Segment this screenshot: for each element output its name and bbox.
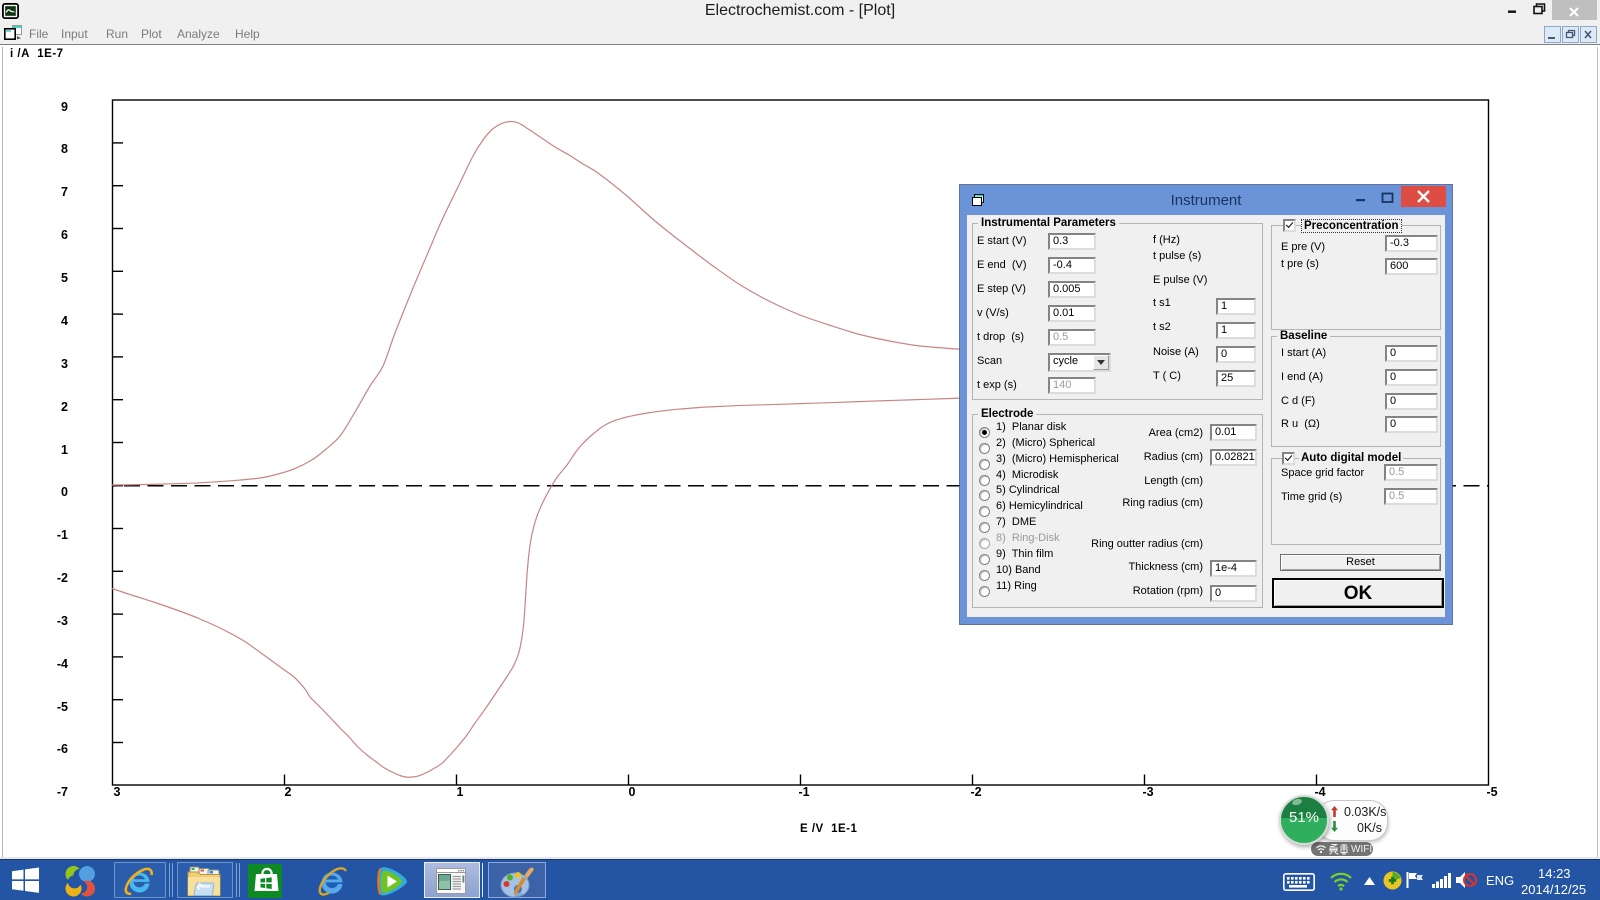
svg-text:-3: -3 <box>1142 785 1153 799</box>
svg-text:2: 2 <box>61 400 68 414</box>
svg-text:7: 7 <box>61 185 68 199</box>
svg-text:1: 1 <box>61 443 68 457</box>
svg-text:6: 6 <box>61 228 68 242</box>
svg-text:-5: -5 <box>57 700 68 714</box>
svg-text:-1: -1 <box>798 785 809 799</box>
svg-text:9: 9 <box>61 100 68 114</box>
svg-text:-1: -1 <box>57 528 68 542</box>
svg-text:3: 3 <box>61 357 68 371</box>
svg-text:5: 5 <box>61 271 68 285</box>
svg-text:8: 8 <box>61 142 68 156</box>
svg-text:-5: -5 <box>1486 785 1497 799</box>
svg-text:2: 2 <box>285 785 292 799</box>
svg-text:-3: -3 <box>57 614 68 628</box>
svg-text:-2: -2 <box>970 785 981 799</box>
svg-text:3: 3 <box>114 785 121 799</box>
svg-text:1: 1 <box>457 785 464 799</box>
svg-text:E /V 1E-1: E /V 1E-1 <box>800 823 858 835</box>
svg-text:i /A 1E-7: i /A 1E-7 <box>10 48 64 60</box>
svg-text:-6: -6 <box>57 742 68 756</box>
svg-text:-2: -2 <box>57 571 68 585</box>
svg-text:0: 0 <box>629 785 636 799</box>
svg-text:0: 0 <box>61 485 68 499</box>
svg-text:-4: -4 <box>57 657 68 671</box>
svg-text:-7: -7 <box>57 785 68 799</box>
svg-text:4: 4 <box>61 314 68 328</box>
